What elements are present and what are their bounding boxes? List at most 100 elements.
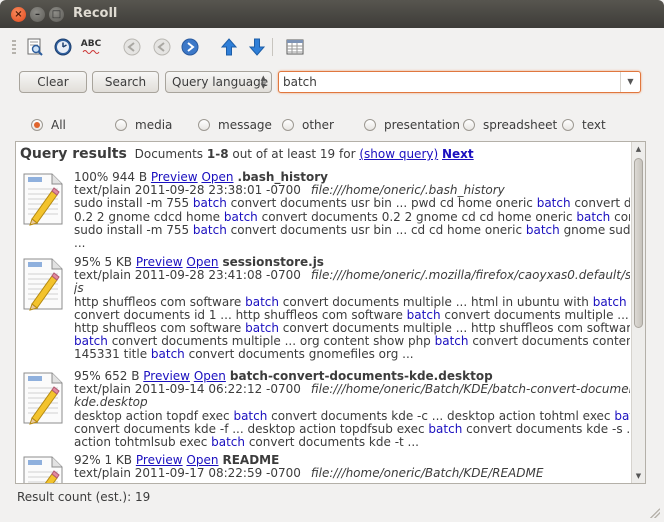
radio-indicator[interactable] xyxy=(198,119,210,131)
result-abstract-line: sudo install -m 755 batch convert docume… xyxy=(74,197,630,211)
category-radio-spreadsheet[interactable]: spreadsheet xyxy=(463,117,557,133)
results-scrollbar[interactable]: ▲ ▼ xyxy=(631,142,645,483)
result-abstract-line: convert documents kde -f ... desktop act… xyxy=(74,422,630,436)
radio-indicator[interactable] xyxy=(115,119,127,131)
result-text: 95% 5 KB Preview Open sessionstore.js text… xyxy=(74,256,630,362)
close-window-button[interactable]: × xyxy=(11,7,26,22)
result-line-2: text/plain 2011-09-28 23:41:08 -0700 file… xyxy=(74,269,630,282)
result-relevance: 100% 944 B xyxy=(74,171,148,184)
results-header: Query results Documents 1-8 out of at le… xyxy=(20,146,474,162)
result-relevance: 95% 5 KB xyxy=(74,256,133,269)
resize-grip-icon[interactable] xyxy=(650,508,660,518)
result-line-1: 95% 5 KB Preview Open sessionstore.js xyxy=(74,256,630,269)
category-radio-All[interactable]: All xyxy=(31,117,66,133)
result-filename: README xyxy=(222,454,280,467)
result-abstract-line: batch convert documents multiple ... org… xyxy=(74,335,630,349)
category-radio-message[interactable]: message xyxy=(198,117,272,133)
toolbar-grip[interactable] xyxy=(12,40,16,56)
category-label: message xyxy=(218,118,272,132)
result-relevance: 92% 1 KB xyxy=(74,454,133,467)
result-text: 95% 652 B Preview Open batch-convert-docu… xyxy=(74,370,630,449)
result-mime-date: text/plain 2011-09-28 23:38:01 -0700 xyxy=(74,184,301,198)
chevron-down-icon[interactable]: ▼ xyxy=(620,72,640,92)
preview-link[interactable]: Preview xyxy=(151,171,198,184)
sort-ascending-icon[interactable] xyxy=(218,36,240,58)
category-label: media xyxy=(135,118,173,132)
result-abstract-line: sudo install -m 755 batch convert docume… xyxy=(74,223,630,237)
preview-link[interactable]: Preview xyxy=(143,370,190,383)
result-line-2: text/plain 2011-09-17 08:22:59 -0700 file… xyxy=(74,467,630,480)
category-radio-text[interactable]: text xyxy=(562,117,606,133)
result-line-1: 95% 652 B Preview Open batch-convert-docu… xyxy=(74,370,630,383)
scroll-up-icon[interactable]: ▲ xyxy=(632,142,645,156)
search-button[interactable]: Search xyxy=(92,71,159,93)
result-abstract-line: http shuffleos com software batch conver… xyxy=(74,295,627,309)
text-document-icon xyxy=(20,256,68,312)
result-relevance: 95% 652 B xyxy=(74,370,140,383)
next-page-link[interactable]: Next xyxy=(442,147,474,161)
result-abstract-line: 0.2 2 gnome cdcd home batch convert docu… xyxy=(74,210,630,224)
clear-button[interactable]: Clear xyxy=(19,71,87,93)
scrollbar-thumb[interactable] xyxy=(634,158,643,328)
search-field[interactable]: ▼ xyxy=(278,71,641,93)
result-text: 100% 944 B Preview Open .bash_history text… xyxy=(74,171,630,250)
result-abstract-line: ... xyxy=(74,237,86,251)
radio-indicator[interactable] xyxy=(463,119,475,131)
preview-link[interactable]: Preview xyxy=(136,256,183,269)
open-link[interactable]: Open xyxy=(201,171,233,184)
radio-indicator[interactable] xyxy=(562,119,574,131)
category-label: text xyxy=(582,118,606,132)
category-label: other xyxy=(302,118,334,132)
result-line-2: text/plain 2011-09-14 06:22:12 -0700 file… xyxy=(74,383,630,396)
result-filename: .bash_history xyxy=(237,171,328,184)
minimize-window-button[interactable]: – xyxy=(30,7,45,22)
maximize-window-button[interactable]: □ xyxy=(49,7,64,22)
spell-check-icon[interactable]: ABC xyxy=(80,36,102,58)
window-title: Recoll xyxy=(73,6,118,21)
result-text: 92% 1 KB Preview Open README text/plain 20… xyxy=(74,454,630,480)
category-radio-media[interactable]: media xyxy=(115,117,172,133)
toolbar-separator xyxy=(272,38,273,56)
result-line-1: 92% 1 KB Preview Open README xyxy=(74,454,630,467)
first-page-icon[interactable] xyxy=(121,36,143,58)
search-input[interactable] xyxy=(283,74,613,90)
toolbar: ABC xyxy=(0,28,664,64)
table-view-icon[interactable] xyxy=(284,36,306,58)
result-abstract-line: desktop action topdf exec batch convert … xyxy=(74,409,630,423)
radio-indicator[interactable] xyxy=(31,119,43,131)
radio-indicator[interactable] xyxy=(364,119,376,131)
clock-icon[interactable] xyxy=(52,36,74,58)
result-mime-date: text/plain 2011-09-17 08:22:59 -0700 xyxy=(74,467,301,481)
next-page-icon[interactable] xyxy=(179,36,201,58)
radio-indicator[interactable] xyxy=(282,119,294,131)
result-filename: sessionstore.js xyxy=(222,256,324,269)
text-document-icon xyxy=(20,454,68,483)
result-line-2: text/plain 2011-09-28 23:38:01 -0700 file… xyxy=(74,184,630,197)
results-pane[interactable]: Query results Documents 1-8 out of at le… xyxy=(15,141,646,484)
category-radio-other[interactable]: other xyxy=(282,117,334,133)
query-mode-select[interactable]: Query language ▲ ▼ xyxy=(165,71,272,93)
result-mime-date: text/plain 2011-09-14 06:22:12 -0700 xyxy=(74,383,301,397)
search-document-icon[interactable] xyxy=(24,36,46,58)
status-bar: Result count (est.): 19 xyxy=(17,490,151,504)
title-bar[interactable]: × – □ Recoll xyxy=(0,0,664,28)
results-range: 1-8 xyxy=(206,147,229,161)
result-abstract-line: action tohtmlsub exec batch convert docu… xyxy=(74,436,419,450)
sort-descending-icon[interactable] xyxy=(246,36,268,58)
up-down-arrows-icon: ▲ ▼ xyxy=(260,74,266,90)
result-url: file:///home/oneric/Batch/KDE/batch-conv… xyxy=(310,383,630,397)
show-query-link[interactable]: (show query) xyxy=(359,147,438,161)
result-abstract-line: convert documents id 1 ... http shuffleo… xyxy=(74,308,629,322)
spell-check-label: ABC xyxy=(80,38,102,49)
category-label: spreadsheet xyxy=(483,118,558,132)
category-radio-presentation[interactable]: presentation xyxy=(364,117,460,133)
previous-page-icon[interactable] xyxy=(151,36,173,58)
scroll-down-icon[interactable]: ▼ xyxy=(632,469,645,483)
result-url: file:///home/oneric/.mozilla/firefox/cao… xyxy=(310,269,630,283)
open-link[interactable]: Open xyxy=(186,256,218,269)
open-link[interactable]: Open xyxy=(194,370,226,383)
preview-link[interactable]: Preview xyxy=(136,454,183,467)
result-url-cont: kde.desktop xyxy=(74,396,148,410)
results-heading: Query results xyxy=(20,146,127,162)
open-link[interactable]: Open xyxy=(186,454,218,467)
